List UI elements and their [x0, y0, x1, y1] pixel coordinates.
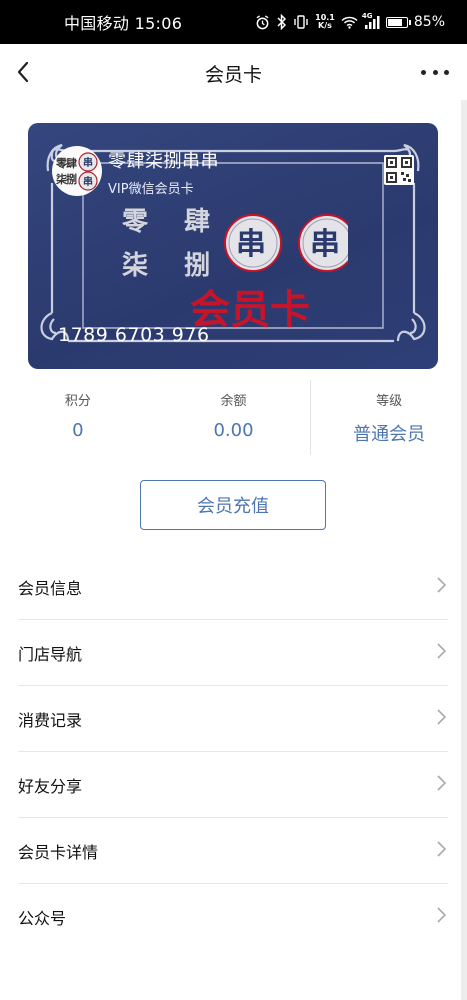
art-char: 捌 [184, 251, 210, 281]
member-card: 零 肆 柒 捌 串 串 零肆柒捌串串 VIP微信会员卡 零 肆 柒 捌 串 串 … [28, 123, 438, 369]
vibrate-icon [293, 15, 309, 29]
chevron-right-icon [436, 774, 448, 796]
art-char: 串 [236, 227, 266, 262]
menu-item-purchase-history[interactable]: 消费记录 [18, 686, 448, 752]
menu-item-label: 会员信息 [18, 578, 83, 598]
status-bar: 中国移动 15:06 10.1 K/s 4G 85% [0, 0, 467, 44]
art-title: 会员卡 [190, 287, 310, 328]
logo-char: 捌 [66, 172, 77, 186]
chevron-right-icon [436, 708, 448, 730]
art-char: 串 [310, 227, 340, 262]
art-char: 零 [122, 207, 149, 237]
stat-level[interactable]: 等级 普通会员 [311, 378, 467, 456]
menu-item-card-details[interactable]: 会员卡详情 [18, 818, 448, 884]
recharge-button[interactable]: 会员充值 [140, 480, 326, 530]
carrier-time: 中国移动 15:06 [64, 14, 183, 33]
menu-item-label: 会员卡详情 [18, 842, 99, 862]
stat-points[interactable]: 积分 0 [0, 378, 156, 456]
scrollbar[interactable] [461, 100, 467, 1000]
stat-label: 积分 [64, 394, 91, 409]
menu-list: 会员信息 门店导航 消费记录 好友分享 会员卡详情 公众号 [18, 554, 448, 949]
battery-percent: 85% [413, 14, 445, 30]
menu-item-share-friends[interactable]: 好友分享 [18, 752, 448, 818]
menu-item-official-account[interactable]: 公众号 [18, 884, 448, 949]
stat-label: 等级 [376, 394, 403, 409]
wifi-icon [341, 16, 358, 29]
logo-char: 串 [83, 156, 93, 169]
art-char: 肆 [184, 207, 210, 237]
menu-item-label: 公众号 [18, 908, 67, 928]
brand-name: 零肆柒捌串串 [108, 151, 219, 172]
qr-code-icon[interactable] [384, 155, 414, 185]
stat-balance[interactable]: 余额 0.00 [156, 378, 312, 456]
stat-label: 余额 [220, 394, 247, 409]
menu-item-member-info[interactable]: 会员信息 [18, 554, 448, 620]
alarm-icon [255, 14, 270, 30]
more-dots-icon[interactable] [421, 58, 449, 86]
card-artwork: 零 肆 柒 捌 串 串 会员卡 [122, 207, 348, 328]
logo-char: 串 [83, 175, 93, 188]
network-speed: 10.1 K/s [315, 13, 335, 30]
battery-icon [385, 16, 411, 28]
logo-char: 肆 [66, 156, 77, 170]
page-title: 会员卡 [204, 63, 262, 86]
cell-signal-icon: 4G [362, 12, 380, 29]
chevron-right-icon [436, 576, 448, 598]
brand-logo: 零 肆 柒 捌 串 串 [52, 146, 102, 196]
bluetooth-icon [276, 14, 287, 30]
chevron-right-icon [436, 840, 448, 862]
stat-divider [310, 380, 311, 454]
stat-value: 0 [72, 420, 84, 441]
chevron-right-icon [436, 642, 448, 664]
art-char: 柒 [122, 251, 148, 281]
menu-item-label: 消费记录 [18, 710, 83, 730]
member-stats: 积分 0 余额 0.00 等级 普通会员 [0, 378, 467, 456]
chevron-right-icon [436, 906, 448, 928]
menu-item-label: 好友分享 [18, 776, 83, 796]
nav-bar: 会员卡 [0, 44, 467, 102]
card-number: 1789 6703 976 [58, 324, 210, 346]
stat-value: 0.00 [213, 420, 254, 441]
menu-item-label: 门店导航 [18, 644, 83, 664]
stat-value: 普通会员 [353, 424, 426, 445]
menu-item-store-navigation[interactable]: 门店导航 [18, 620, 448, 686]
chevron-left-icon[interactable] [12, 58, 40, 86]
card-subtitle: VIP微信会员卡 [108, 182, 194, 197]
